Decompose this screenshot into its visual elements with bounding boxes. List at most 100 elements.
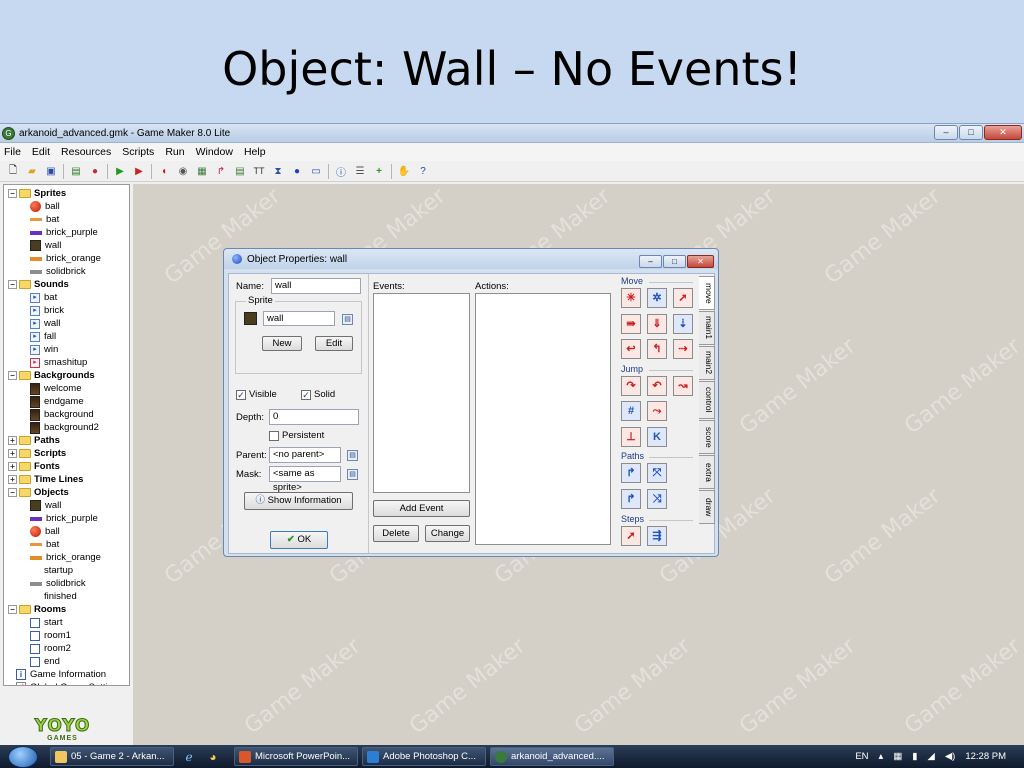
path-position-icon[interactable]: ↱ — [621, 489, 641, 509]
tree-item[interactable]: wall — [4, 499, 129, 512]
new-sprite-button[interactable]: New — [262, 336, 302, 351]
step-towards-icon[interactable]: ➚ — [621, 526, 641, 546]
tree-item[interactable]: room1 — [4, 629, 129, 642]
tree-item[interactable]: ▸ wall — [4, 317, 129, 330]
expand-icon[interactable]: + — [8, 449, 17, 458]
name-field[interactable]: wall — [271, 278, 361, 294]
parent-menu-icon[interactable]: ▤ — [347, 450, 358, 461]
speed-vertical-icon[interactable]: ⇓ — [647, 314, 667, 334]
mask-menu-icon[interactable]: ▤ — [347, 469, 358, 480]
visible-checkbox[interactable]: ✓ Visible — [236, 389, 277, 400]
add-script-icon[interactable]: ▤ — [233, 164, 247, 178]
mask-field[interactable]: <same as sprite> — [269, 466, 341, 493]
bounce-icon[interactable]: K — [647, 427, 667, 447]
menu-run[interactable]: Run — [165, 146, 184, 158]
add-path-icon[interactable]: ↱ — [214, 164, 228, 178]
power-icon[interactable]: ▮ — [912, 751, 917, 762]
taskbar-item-game2[interactable]: 05 - Game 2 - Arkan... — [50, 747, 174, 766]
tree-group-sounds[interactable]: − Sounds — [4, 278, 129, 291]
dialog-maximize-button[interactable]: □ — [663, 255, 686, 268]
add-room-icon[interactable]: ▭ — [309, 164, 323, 178]
change-event-button[interactable]: Change — [425, 525, 470, 542]
expand-icon[interactable]: + — [8, 475, 17, 484]
volume-icon[interactable]: ◀) — [945, 751, 955, 762]
tab-control[interactable]: control — [699, 381, 715, 419]
language-indicator[interactable]: EN — [855, 751, 868, 762]
tree-item[interactable]: ▸ bat — [4, 291, 129, 304]
tree-item-global-game-settings[interactable]: ✓ Global Game Settings — [4, 681, 129, 685]
network-icon[interactable]: ▦ — [893, 751, 902, 762]
extension-packages-icon[interactable]: + — [372, 164, 386, 178]
tab-main1[interactable]: main1 — [699, 311, 715, 345]
tab-score[interactable]: score — [699, 420, 715, 454]
actions-list[interactable] — [475, 293, 611, 545]
maximize-button[interactable]: □ — [959, 125, 983, 140]
wrap-screen-icon[interactable]: ⤳ — [647, 401, 667, 421]
taskbar-item-photoshop[interactable]: Adobe Photoshop C... — [362, 747, 486, 766]
clock[interactable]: 12:28 PM — [965, 751, 1006, 762]
tree-item-game-information[interactable]: i Game Information — [4, 668, 129, 681]
tree-item[interactable]: ▸ win — [4, 343, 129, 356]
add-event-button[interactable]: Add Event — [373, 500, 470, 517]
add-timeline-icon[interactable]: ⧗ — [271, 164, 285, 178]
game-information-icon[interactable]: ⓘ — [334, 164, 348, 179]
collapse-icon[interactable]: − — [8, 189, 17, 198]
add-sprite-icon[interactable]: ◖ — [157, 164, 171, 178]
jump-random-icon[interactable]: ↝ — [673, 376, 693, 396]
move-fixed-icon[interactable]: ✳ — [621, 288, 641, 308]
depth-field[interactable]: 0 — [269, 409, 359, 425]
tree-item[interactable]: background2 — [4, 421, 129, 434]
tree-group-scripts[interactable]: + Scripts — [4, 447, 129, 460]
run-icon[interactable]: ▶ — [113, 164, 127, 178]
tree-item[interactable]: welcome — [4, 382, 129, 395]
move-towards-icon[interactable]: ➚ — [673, 288, 693, 308]
resource-tree[interactable]: − Sprites ball bat brick_purple wall brick_ora… — [3, 184, 130, 686]
delete-event-button[interactable]: Delete — [373, 525, 419, 542]
tree-item[interactable]: ▸ brick — [4, 304, 129, 317]
tree-item[interactable]: start — [4, 616, 129, 629]
set-friction-icon[interactable]: ⇢ — [673, 339, 693, 359]
move-to-contact-icon[interactable]: ⊥ — [621, 427, 641, 447]
taskbar-item-game-maker[interactable]: arkanoid_advanced.... — [490, 747, 614, 766]
tree-item[interactable]: ▸ smashitup — [4, 356, 129, 369]
menu-edit[interactable]: Edit — [32, 146, 50, 158]
tree-group-sprites[interactable]: − Sprites — [4, 187, 129, 200]
tree-item[interactable]: brick_purple — [4, 512, 129, 525]
tab-move[interactable]: move — [699, 276, 715, 310]
tree-group-backgrounds[interactable]: − Backgrounds — [4, 369, 129, 382]
tree-item[interactable]: ▸ fall — [4, 330, 129, 343]
sprite-field[interactable]: wall — [263, 311, 335, 326]
jump-to-position-icon[interactable]: ↷ — [621, 376, 641, 396]
set-gravity-icon[interactable]: ⇣ — [673, 314, 693, 334]
signal-icon[interactable]: ◢ — [928, 751, 935, 762]
jump-to-start-icon[interactable]: ↶ — [647, 376, 667, 396]
show-information-button[interactable]: ⓘ Show Information — [244, 492, 353, 510]
reverse-vertical-icon[interactable]: ↰ — [647, 339, 667, 359]
tree-group-objects[interactable]: − Objects — [4, 486, 129, 499]
menu-scripts[interactable]: Scripts — [122, 146, 154, 158]
collapse-icon[interactable]: − — [8, 371, 17, 380]
edit-sprite-button[interactable]: Edit — [315, 336, 353, 351]
tree-item[interactable]: brick_orange — [4, 252, 129, 265]
collapse-icon[interactable]: − — [8, 488, 17, 497]
persistent-checkbox[interactable]: Persistent — [269, 430, 324, 441]
chrome-icon[interactable]: ◕ — [202, 747, 224, 766]
add-object-icon[interactable]: ● — [290, 164, 304, 178]
create-executable-icon[interactable]: ▤ — [69, 164, 83, 178]
menu-window[interactable]: Window — [196, 146, 233, 158]
set-path-icon[interactable]: ↱ — [621, 463, 641, 483]
sprite-menu-icon[interactable]: ▤ — [342, 314, 353, 325]
tree-item[interactable]: bat — [4, 538, 129, 551]
expand-icon[interactable]: + — [8, 436, 17, 445]
tree-item[interactable]: brick_orange — [4, 551, 129, 564]
menu-help[interactable]: Help — [244, 146, 266, 158]
speed-horizontal-icon[interactable]: ⇛ — [621, 314, 641, 334]
new-file-icon[interactable]: 🗋 — [6, 164, 20, 178]
tree-group-time-lines[interactable]: + Time Lines — [4, 473, 129, 486]
tree-item[interactable]: solidbrick — [4, 265, 129, 278]
collapse-icon[interactable]: − — [8, 280, 17, 289]
ok-button[interactable]: ✔ OK — [270, 531, 328, 549]
move-free-icon[interactable]: ✲ — [647, 288, 667, 308]
tree-item[interactable]: room2 — [4, 642, 129, 655]
tab-draw[interactable]: draw — [699, 490, 715, 524]
